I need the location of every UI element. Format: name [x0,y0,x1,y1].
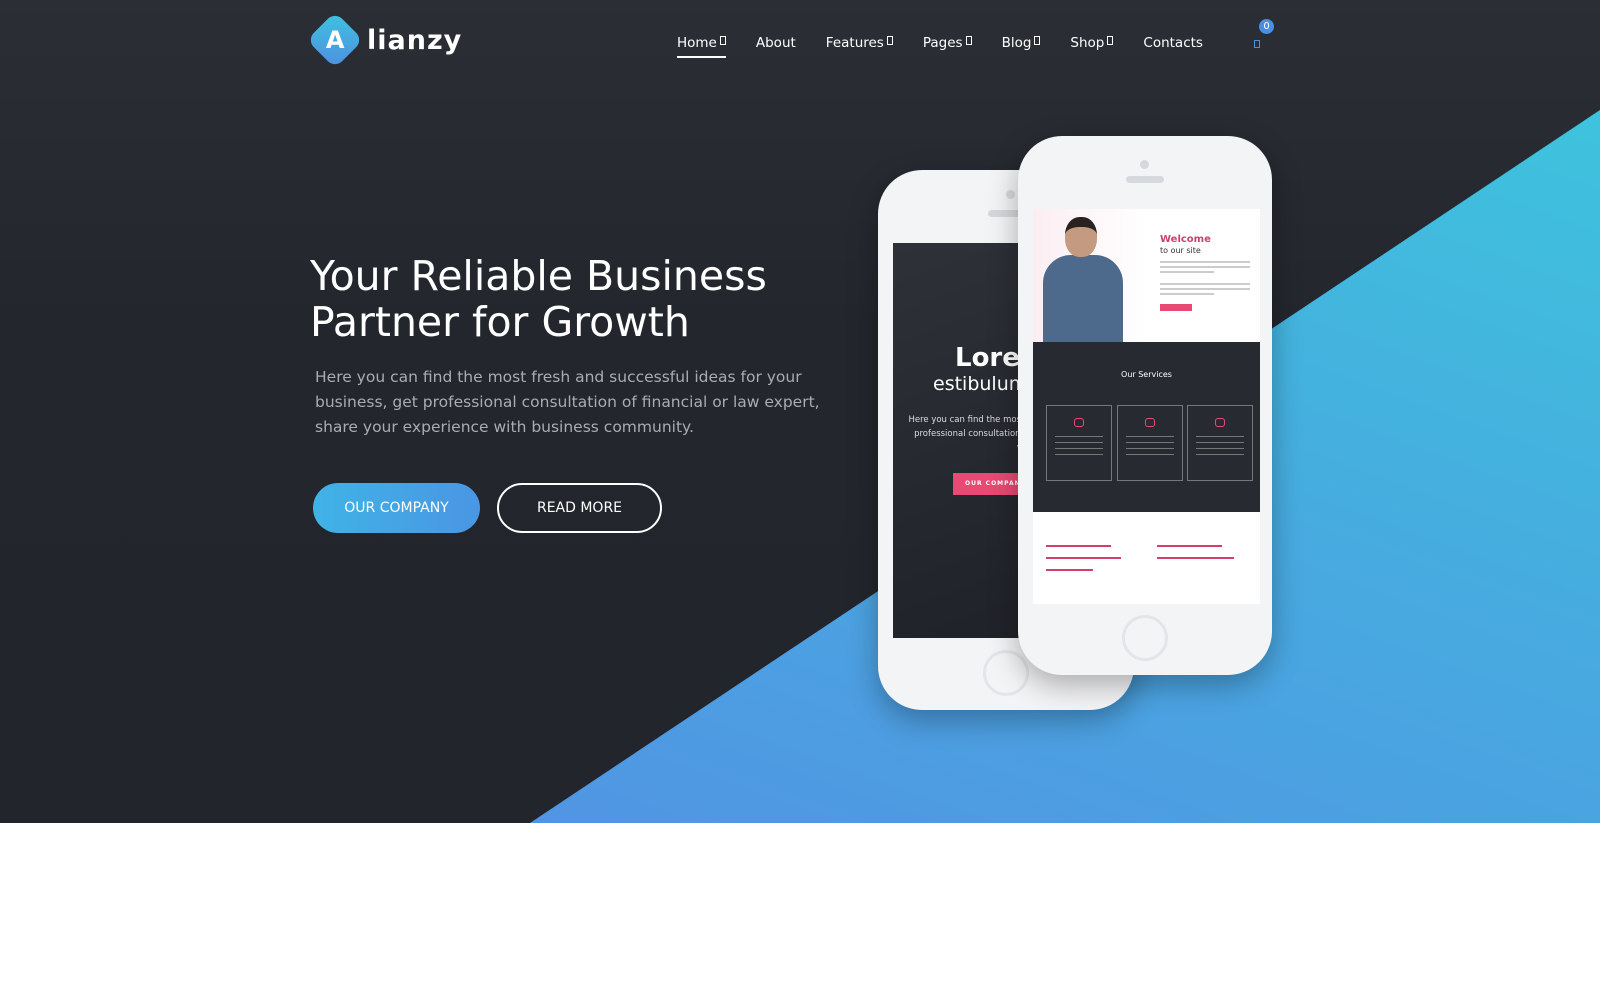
person-photo [1043,217,1123,342]
dropdown-icon [719,35,726,45]
hero-title: Your Reliable Business Partner for Growt… [310,252,767,346]
shopping-cart-icon[interactable] [1254,40,1260,48]
camera [1140,160,1149,169]
hero-text: Here you can find the most fresh and suc… [315,368,820,436]
nav-blog[interactable]: Blog [1002,35,1041,57]
cart-count-badge: 0 [1259,19,1274,34]
nav-pages[interactable]: Pages [923,35,972,57]
camera [1006,190,1015,199]
dropdown-icon [886,35,893,45]
nav-home[interactable]: Home [677,35,726,58]
dropdown-icon [1034,35,1041,45]
speaker [1126,176,1164,183]
phone-mockup-front: Welcome to our site Our Services [1018,136,1272,675]
nav-shop[interactable]: Shop [1070,35,1114,57]
nav-about[interactable]: About [756,35,796,57]
dropdown-icon [1107,35,1114,45]
our-company-button[interactable]: OUR COMPANY [313,483,480,533]
nav-features[interactable]: Features [826,35,893,57]
hero-section: A lianzy Home About Features Pages Blog … [0,0,1600,823]
dropdown-icon [965,35,972,45]
phone-screen-front: Welcome to our site Our Services [1033,209,1260,604]
home-button [1122,615,1168,661]
logo[interactable]: A lianzy [306,11,463,69]
read-more-button[interactable]: READ MORE [497,483,662,533]
logo-mark-icon: A [306,11,364,69]
brand-name: lianzy [367,24,463,56]
home-button [983,650,1029,696]
main-nav: Home About Features Pages Blog Shop Cont… [677,35,1203,58]
nav-contacts[interactable]: Contacts [1143,35,1203,57]
